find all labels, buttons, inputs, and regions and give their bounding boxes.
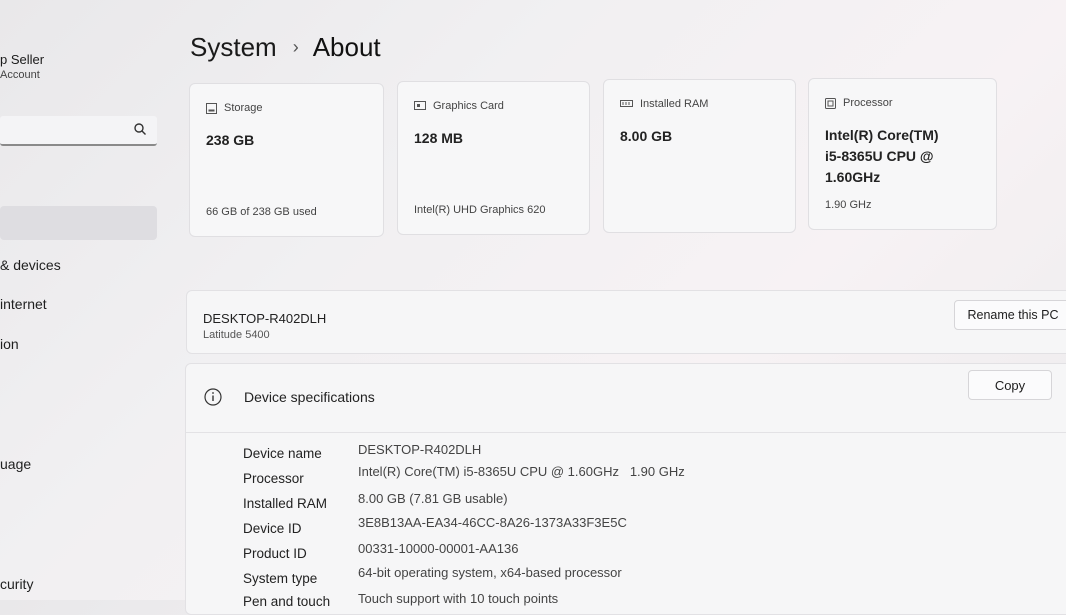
search-input[interactable]: [0, 116, 157, 146]
device-name-panel: DESKTOP-R402DLH Latitude 5400: [186, 290, 1066, 354]
storage-icon: [206, 102, 217, 114]
spec-value: Intel(R) Core(TM) i5-8365U CPU @ 1.60GHz…: [358, 464, 685, 479]
spec-value: 00331-10000-00001-AA136: [358, 541, 519, 556]
sidebar-item-devices[interactable]: & devices: [0, 257, 61, 273]
chevron-right-icon: ›: [292, 37, 299, 57]
spec-value: Touch support with 10 touch points: [358, 591, 559, 606]
sidebar-item-network-internet[interactable]: internet: [0, 296, 47, 312]
graphics-name: Intel(R) UHD Graphics 620: [414, 204, 546, 216]
processor-icon: [825, 97, 836, 109]
spec-label: Processor: [243, 471, 304, 486]
processor-value: Intel(R) Core(TM) i5-8365U CPU @ 1.60GHz: [825, 125, 939, 188]
card-header: Installed RAM: [640, 98, 709, 110]
sidebar-item-privacy-security[interactable]: curity: [0, 576, 33, 592]
spec-label: Device name: [243, 446, 322, 461]
processor-line: 1.60GHz: [825, 169, 881, 185]
processor-card: Processor Intel(R) Core(TM) i5-8365U CPU…: [808, 78, 997, 230]
spec-label: Device ID: [243, 521, 302, 536]
sidebar-item-system-selected[interactable]: [0, 206, 157, 240]
breadcrumb: System › About: [190, 32, 381, 63]
search-icon: [134, 123, 146, 135]
spec-value: DESKTOP-R402DLH: [358, 442, 482, 457]
device-name: DESKTOP-R402DLH: [203, 311, 327, 326]
copy-button[interactable]: Copy: [968, 370, 1052, 400]
graphics-card-icon: [414, 101, 426, 110]
processor-line: i5-8365U CPU @: [825, 148, 934, 164]
sidebar-item-personalization[interactable]: ion: [0, 336, 19, 352]
divider: [186, 432, 1066, 433]
storage-value: 238 GB: [206, 132, 255, 148]
ram-icon: [620, 100, 633, 107]
card-header: Processor: [843, 97, 893, 109]
card-header: Storage: [224, 102, 263, 114]
device-model: Latitude 5400: [203, 329, 270, 341]
spec-label: Installed RAM: [243, 496, 328, 511]
sidebar: p Seller Account & devices internet ion …: [0, 0, 165, 600]
storage-used: 66 GB of 238 GB used: [206, 206, 317, 218]
breadcrumb-system[interactable]: System: [190, 32, 277, 63]
info-icon: [204, 388, 222, 406]
ram-card: Installed RAM 8.00 GB: [603, 79, 796, 233]
spec-value: 8.00 GB (7.81 GB usable): [358, 491, 508, 506]
rename-pc-button[interactable]: Rename this PC: [954, 300, 1066, 330]
processor-line: Intel(R) Core(TM): [825, 127, 939, 143]
page-title: About: [312, 32, 381, 62]
storage-card: Storage 238 GB 66 GB of 238 GB used: [189, 83, 384, 237]
spec-value: 3E8B13AA-EA34-46CC-8A26-1373A33F3E5C: [358, 515, 627, 530]
spec-label: Pen and touch: [243, 594, 331, 609]
spec-value: 64-bit operating system, x64-based proce…: [358, 565, 622, 580]
graphics-card: Graphics Card 128 MB Intel(R) UHD Graphi…: [397, 81, 590, 235]
ram-value: 8.00 GB: [620, 128, 673, 144]
spec-label: Product ID: [243, 546, 307, 561]
card-header: Graphics Card: [433, 100, 504, 112]
sidebar-item-time-language[interactable]: uage: [0, 456, 31, 472]
spec-label: System type: [243, 571, 318, 586]
processor-speed: 1.90 GHz: [825, 199, 872, 211]
graphics-value: 128 MB: [414, 130, 464, 146]
specs-title: Device specifications: [244, 389, 375, 405]
device-specifications-panel: Device specifications Device name DESKTO…: [185, 363, 1066, 615]
user-name: p Seller: [0, 52, 45, 67]
user-account-type: Account: [0, 69, 40, 81]
